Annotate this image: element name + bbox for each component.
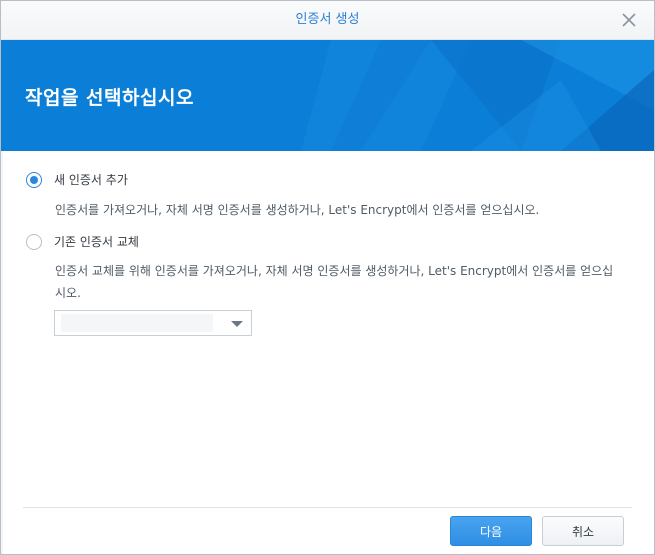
close-button[interactable] (620, 11, 638, 29)
certificate-select-value (61, 314, 213, 332)
banner-heading: 작업을 선택하십시오 (25, 87, 194, 109)
option-add-new-label: 새 인증서 추가 (54, 173, 128, 187)
close-icon (622, 13, 636, 27)
footer-divider (23, 507, 632, 508)
next-button[interactable]: 다음 (450, 516, 532, 546)
option-add-new-description: 인증서를 가져오거나, 자체 서명 인증서를 생성하거나, Let's Encr… (55, 203, 540, 217)
dialog-titlebar: 인증서 생성 (1, 1, 654, 40)
option-replace-certificate[interactable]: 기존 인증서 교체 (26, 233, 139, 250)
option-replace-label: 기존 인증서 교체 (54, 235, 139, 249)
cancel-button[interactable]: 취소 (542, 516, 624, 546)
header-banner: 작업을 선택하십시오 (1, 40, 654, 151)
create-certificate-dialog: 인증서 생성 작업을 선택하십시오 새 인증서 추가 인증서를 가져오거나, 자… (0, 0, 655, 555)
radio-replace-certificate[interactable] (26, 233, 42, 250)
radio-add-new-certificate[interactable] (26, 171, 42, 188)
left-edge-strip (1, 151, 3, 554)
option-add-new-certificate[interactable]: 새 인증서 추가 (26, 171, 128, 188)
dialog-title: 인증서 생성 (295, 12, 360, 27)
chevron-down-icon (231, 321, 243, 327)
option-replace-description: 인증서 교체를 위해 인증서를 가져오거나, 자체 서명 인증서를 생성하거나,… (55, 264, 614, 300)
certificate-select[interactable] (54, 310, 252, 336)
